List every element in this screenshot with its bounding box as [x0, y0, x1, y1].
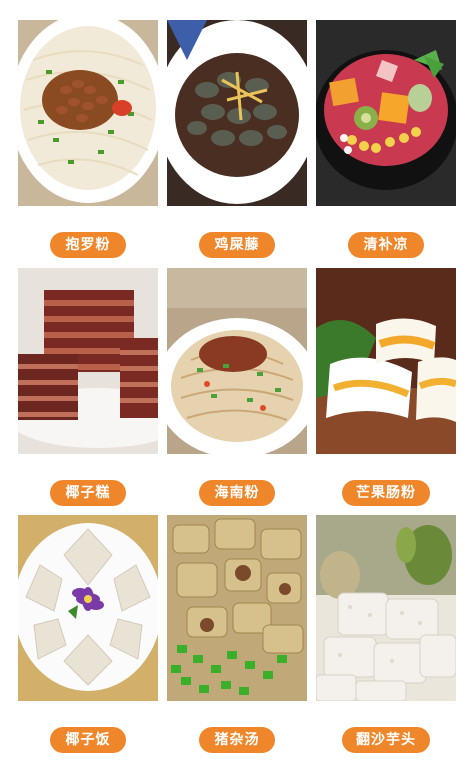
food-label[interactable]: 抱罗粉: [50, 232, 126, 258]
sugar-taro-image: [316, 515, 456, 701]
food-label[interactable]: 鸡屎藤: [199, 232, 275, 258]
food-grid: 抱罗粉 鸡屎藤 清补凉 椰子糕 海南粉 芒果肠粉 椰子饭 猪杂汤 翻沙芋头: [0, 0, 473, 770]
food-label[interactable]: 猪杂汤: [199, 727, 275, 753]
food-label[interactable]: 海南粉: [199, 480, 275, 506]
coconut-rice-image: [18, 515, 158, 701]
mixed-noodles-image: [167, 268, 307, 454]
fruit-dessert-image: [316, 20, 456, 206]
food-label[interactable]: 椰子糕: [50, 480, 126, 506]
food-label[interactable]: 清补凉: [348, 232, 424, 258]
dumpling-soup-image: [167, 20, 307, 206]
food-label[interactable]: 椰子饭: [50, 727, 126, 753]
noodle-soup-image: [18, 20, 158, 206]
mango-rice-roll-image: [316, 268, 456, 454]
food-label[interactable]: 翻沙芋头: [342, 727, 430, 753]
food-label[interactable]: 芒果肠粉: [342, 480, 430, 506]
pork-offal-soup-image: [167, 515, 307, 701]
layered-cake-image: [18, 268, 158, 454]
